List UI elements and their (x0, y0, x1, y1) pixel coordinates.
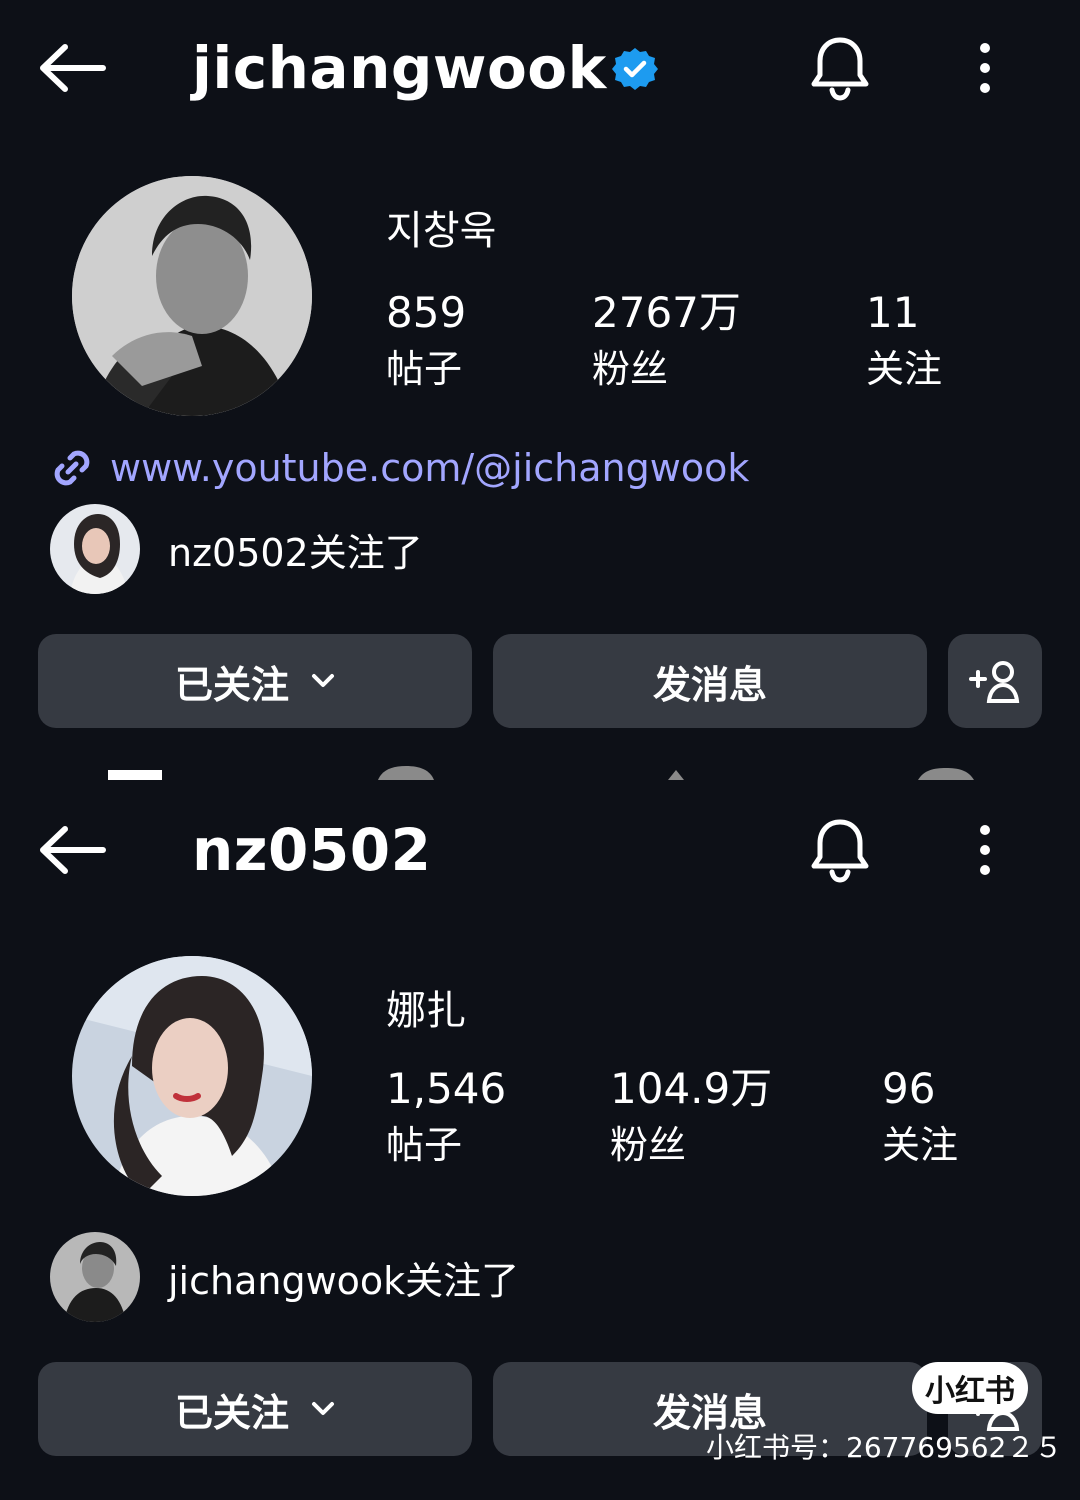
suggest-people-button[interactable] (948, 634, 1042, 728)
followers-label: 粉丝 (610, 1123, 687, 1167)
display-name: 지창욱 (386, 208, 497, 254)
profile-username: nz0502 (192, 816, 432, 884)
followers-count: 104.9万 (610, 1064, 773, 1113)
posts-count: 859 (386, 288, 467, 337)
back-button[interactable] (36, 814, 108, 886)
back-button[interactable] (36, 32, 108, 104)
following-count: 96 (882, 1064, 936, 1113)
profile-avatar[interactable] (72, 956, 312, 1196)
profile-avatar[interactable] (72, 176, 312, 416)
notifications-button[interactable] (804, 814, 876, 886)
display-name: 娜扎 (386, 988, 466, 1034)
watermark-id: 小红书号：267769562２５ (706, 1431, 1063, 1464)
posts-label: 帖子 (386, 347, 463, 391)
more-options-button[interactable] (950, 32, 1020, 104)
following-button[interactable]: 已关注 (38, 1362, 472, 1456)
mutual-follow[interactable]: jichangwook关注了 (50, 1232, 519, 1322)
followers-label: 粉丝 (592, 347, 669, 391)
tab-bar-peek (108, 766, 974, 780)
profile-link[interactable]: www.youtube.com/@jichangwook (48, 440, 749, 496)
message-button[interactable]: 发消息 (493, 634, 927, 728)
bell-icon (811, 37, 869, 101)
profile-username: jichangwook (192, 34, 607, 102)
mutual-avatar (50, 1232, 140, 1322)
chevron-down-icon (311, 1401, 335, 1417)
back-arrow-icon (40, 44, 106, 92)
posts-count: 1,546 (386, 1064, 507, 1113)
link-icon (54, 450, 90, 486)
xiaohongshu-logo: 小红书 (912, 1362, 1028, 1414)
following-stat[interactable]: 96 关注 (882, 1064, 958, 1170)
mutual-follow-text: jichangwook关注了 (168, 1258, 520, 1303)
mutual-avatar (50, 504, 140, 594)
following-label: 关注 (866, 347, 943, 391)
more-vertical-icon (980, 825, 990, 875)
link-text: www.youtube.com/@jichangwook (110, 446, 750, 490)
more-vertical-icon (980, 43, 990, 93)
posts-stat[interactable]: 1,546 帖子 (386, 1064, 506, 1170)
mutual-follow-text: nz0502关注了 (168, 530, 423, 575)
following-button-label: 已关注 (174, 662, 289, 707)
back-arrow-icon (40, 826, 106, 874)
add-person-icon (969, 661, 1020, 703)
chevron-down-icon (311, 673, 335, 689)
followers-stat[interactable]: 2767万 粉丝 (592, 288, 741, 394)
followers-stat[interactable]: 104.9万 粉丝 (610, 1064, 772, 1170)
bell-icon (811, 819, 869, 883)
following-label: 关注 (882, 1123, 959, 1167)
following-button-label: 已关注 (174, 1390, 289, 1435)
notifications-button[interactable] (804, 32, 876, 104)
message-button-label: 发消息 (652, 662, 767, 707)
following-button[interactable]: 已关注 (38, 634, 472, 728)
posts-stat[interactable]: 859 帖子 (386, 288, 466, 394)
following-stat[interactable]: 11 关注 (866, 288, 942, 394)
posts-label: 帖子 (386, 1123, 463, 1167)
following-count: 11 (866, 288, 920, 337)
followers-count: 2767万 (592, 288, 741, 337)
mutual-follow[interactable]: nz0502关注了 (50, 504, 423, 594)
more-options-button[interactable] (950, 814, 1020, 886)
profile-panel-jichangwook: jichangwook 지창욱 859 帖子 2767万 粉丝 11 关注 ww… (0, 0, 1080, 790)
verified-badge-icon (612, 46, 658, 92)
